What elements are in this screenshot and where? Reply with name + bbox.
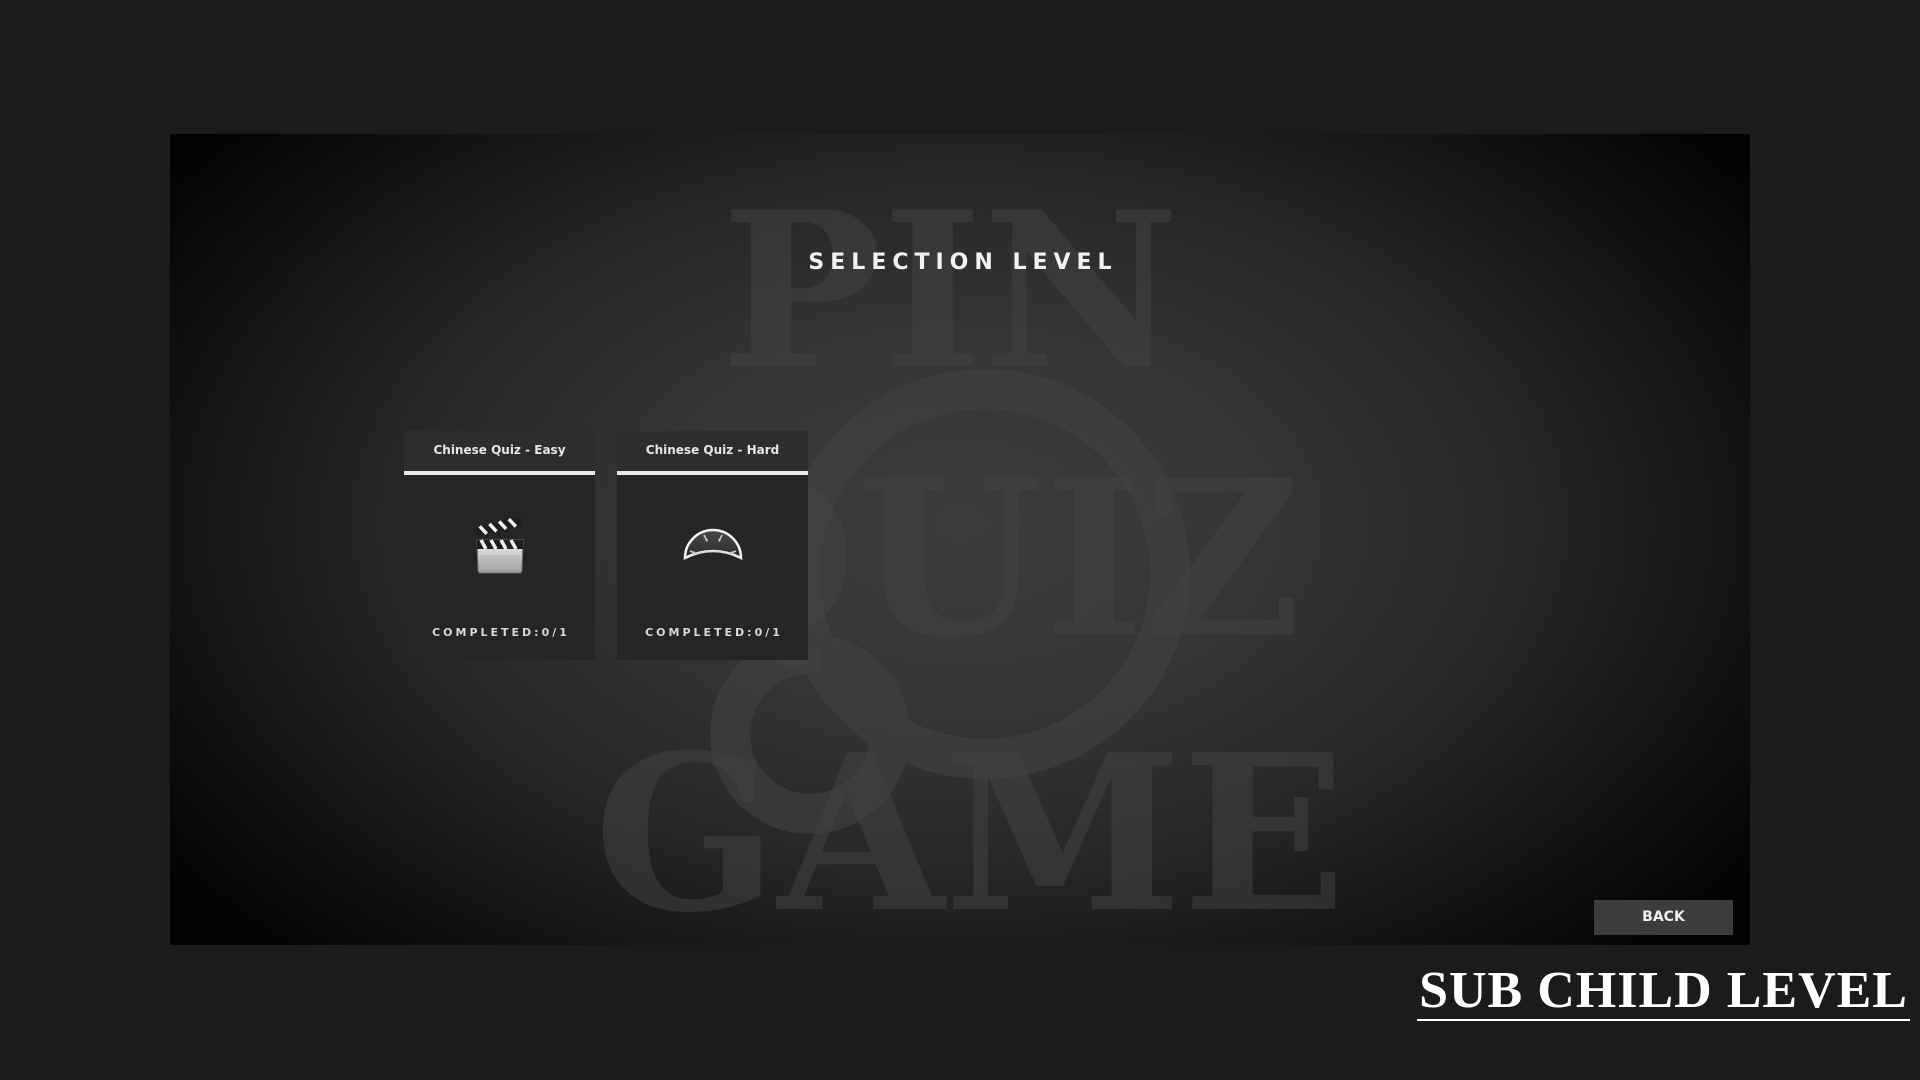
level-select-panel: PIN QUIZ GAME SELECTION LEVEL Chinese Qu…: [170, 134, 1750, 945]
watermark-top-text: PIN: [721, 164, 1180, 417]
page-title: SELECTION LEVEL: [808, 250, 1118, 275]
watermark-bottom-text: GAME: [594, 707, 1346, 945]
level-card-body: COMPLETED:0/1: [617, 475, 808, 660]
gauge-icon: [683, 528, 743, 561]
level-card-status: COMPLETED:0/1: [432, 626, 570, 639]
level-card-hard[interactable]: Chinese Quiz - Hard COMPLETED:0/1: [617, 431, 808, 660]
level-card-body: COMPLETED:0/1: [404, 475, 595, 660]
screen-caption: SUB CHILD LEVEL: [1417, 962, 1910, 1021]
level-card-title: Chinese Quiz - Easy: [404, 431, 595, 471]
level-card-status: COMPLETED:0/1: [645, 626, 783, 639]
clapperboard-icon: [474, 516, 524, 574]
back-button[interactable]: BACK: [1594, 900, 1733, 935]
level-card-easy[interactable]: Chinese Quiz - Easy COMPLETED:0/1: [404, 431, 595, 660]
level-card-title: Chinese Quiz - Hard: [617, 431, 808, 471]
